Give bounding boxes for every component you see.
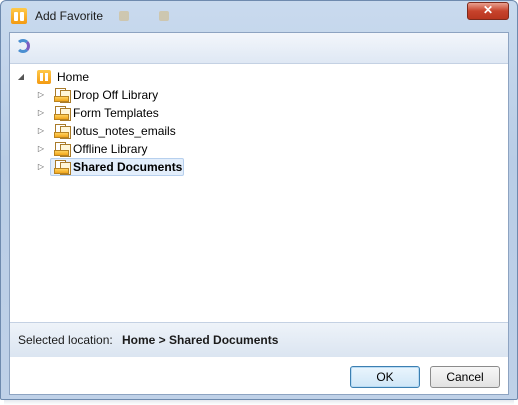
expand-arrow-icon[interactable]: ▷ <box>36 86 46 104</box>
selected-location-label: Selected location: <box>18 333 113 347</box>
home-icon <box>37 70 51 84</box>
library-icon <box>54 88 71 103</box>
add-favorite-dialog: Add Favorite ✕ ◢ Home ▷ Drop Off Library… <box>0 0 518 400</box>
tree-node-label: Drop Off Library <box>73 88 159 102</box>
refresh-icon[interactable] <box>16 39 30 53</box>
library-icon <box>54 160 71 175</box>
dialog-footer: OK Cancel <box>10 357 508 394</box>
dialog-content: ◢ Home ▷ Drop Off Library ▷ Form Templat… <box>9 32 509 395</box>
library-icon <box>54 124 71 139</box>
expand-arrow-icon[interactable]: ▷ <box>36 158 46 176</box>
selected-location-bar: Selected location: Home > Shared Documen… <box>10 322 508 358</box>
expand-arrow-icon[interactable]: ▷ <box>36 122 46 140</box>
app-logo-icon <box>11 8 27 24</box>
close-button[interactable]: ✕ <box>467 2 509 20</box>
cancel-button[interactable]: Cancel <box>430 366 500 388</box>
selected-location-value: Home > Shared Documents <box>122 333 279 347</box>
tree-node-label: Form Templates <box>73 106 159 120</box>
ok-button[interactable]: OK <box>350 366 420 388</box>
tree-node-offline-library[interactable]: ▷ Offline Library <box>10 140 230 158</box>
tree-node-label: Home <box>57 70 90 84</box>
tree-node-home[interactable]: ◢ Home <box>10 68 210 86</box>
tree-node-label: Offline Library <box>73 142 148 156</box>
tree-node-label: Shared Documents <box>73 160 183 174</box>
toolbar <box>10 33 508 64</box>
tree-node-drop-off-library[interactable]: ▷ Drop Off Library <box>10 86 230 104</box>
ghost-background-tabs <box>119 10 219 22</box>
tree-node-form-templates[interactable]: ▷ Form Templates <box>10 104 230 122</box>
tree-node-lotus-notes-emails[interactable]: ▷ lotus_notes_emails <box>10 122 230 140</box>
collapse-arrow-icon[interactable]: ◢ <box>16 68 26 86</box>
window-title: Add Favorite <box>35 9 104 23</box>
tree-node-label: lotus_notes_emails <box>73 124 176 138</box>
library-icon <box>54 106 71 121</box>
tree-node-shared-documents[interactable]: ▷ Shared Documents <box>10 158 230 176</box>
expand-arrow-icon[interactable]: ▷ <box>36 140 46 158</box>
expand-arrow-icon[interactable]: ▷ <box>36 104 46 122</box>
window-shadow <box>4 400 514 405</box>
title-bar[interactable]: Add Favorite ✕ <box>1 1 517 31</box>
library-icon <box>54 142 71 157</box>
location-tree: ◢ Home ▷ Drop Off Library ▷ Form Templat… <box>10 66 508 322</box>
